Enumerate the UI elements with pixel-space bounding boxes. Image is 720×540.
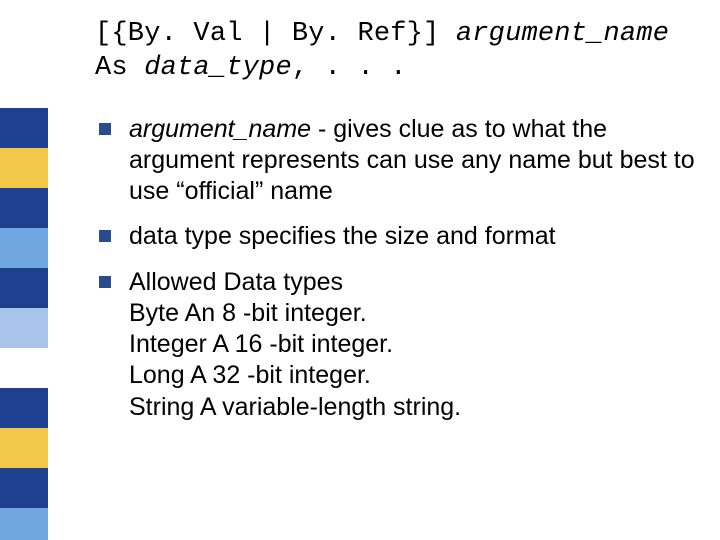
syntax-part: [{By. Val | By. Ref}] xyxy=(95,19,456,49)
decorative-sidebar xyxy=(0,0,48,540)
bullet-text: Allowed Data types Byte An 8 -bit intege… xyxy=(129,268,461,421)
bullet-square-icon xyxy=(99,123,111,135)
syntax-arg-name: argument_name xyxy=(456,19,669,49)
bullet-square-icon xyxy=(99,276,111,288)
sidebar-stripe xyxy=(0,428,48,468)
syntax-header: [{By. Val | By. Ref}] argument_name As d… xyxy=(95,18,715,86)
bullet-italic: argument_name xyxy=(129,115,311,143)
sidebar-stripe xyxy=(0,348,48,388)
syntax-part: , . . . xyxy=(292,53,407,83)
list-item: data type specifies the size and format xyxy=(95,221,715,252)
sidebar-stripe xyxy=(0,268,48,308)
bullet-list: argument_name - gives clue as to what th… xyxy=(95,114,715,423)
sidebar-stripe xyxy=(0,388,48,428)
list-item: Allowed Data types Byte An 8 -bit intege… xyxy=(95,267,715,423)
syntax-part: As xyxy=(95,53,144,83)
sidebar-stripe xyxy=(0,508,48,540)
sidebar-stripe xyxy=(0,308,48,348)
list-item: argument_name - gives clue as to what th… xyxy=(95,114,715,208)
slide-content: [{By. Val | By. Ref}] argument_name As d… xyxy=(95,18,715,437)
sidebar-stripe xyxy=(0,228,48,268)
bullet-text: data type specifies the size and format xyxy=(129,222,556,250)
syntax-data-type: data_type xyxy=(144,53,292,83)
sidebar-stripe xyxy=(0,188,48,228)
sidebar-stripe xyxy=(0,148,48,188)
sidebar-stripe xyxy=(0,108,48,148)
sidebar-stripe xyxy=(0,468,48,508)
bullet-square-icon xyxy=(99,230,111,242)
